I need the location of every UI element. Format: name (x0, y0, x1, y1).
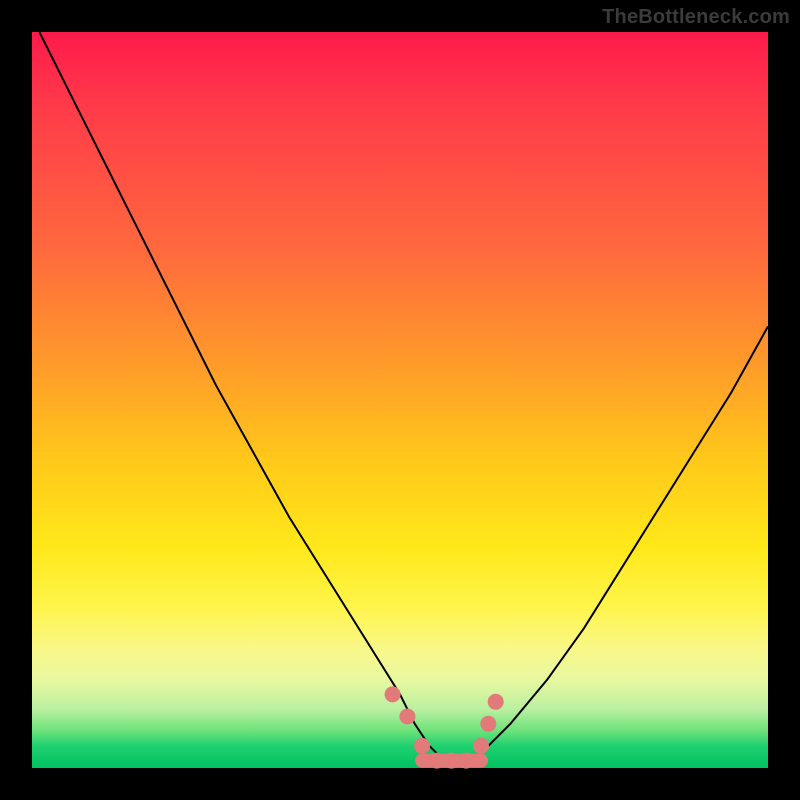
bottleneck-curve-line (39, 32, 768, 761)
chart-frame: TheBottleneck.com (0, 0, 800, 800)
highlight-marker (399, 709, 415, 725)
highlight-marker (429, 753, 445, 769)
highlight-marker (480, 716, 496, 732)
highlight-marker (414, 738, 430, 754)
chart-svg (32, 32, 768, 768)
highlight-marker (488, 694, 504, 710)
watermark-text: TheBottleneck.com (602, 6, 790, 29)
highlight-marker (444, 753, 460, 769)
highlight-marker (473, 738, 489, 754)
highlight-marker (458, 753, 474, 769)
highlight-marker (385, 686, 401, 702)
chart-plot-area (32, 32, 768, 768)
